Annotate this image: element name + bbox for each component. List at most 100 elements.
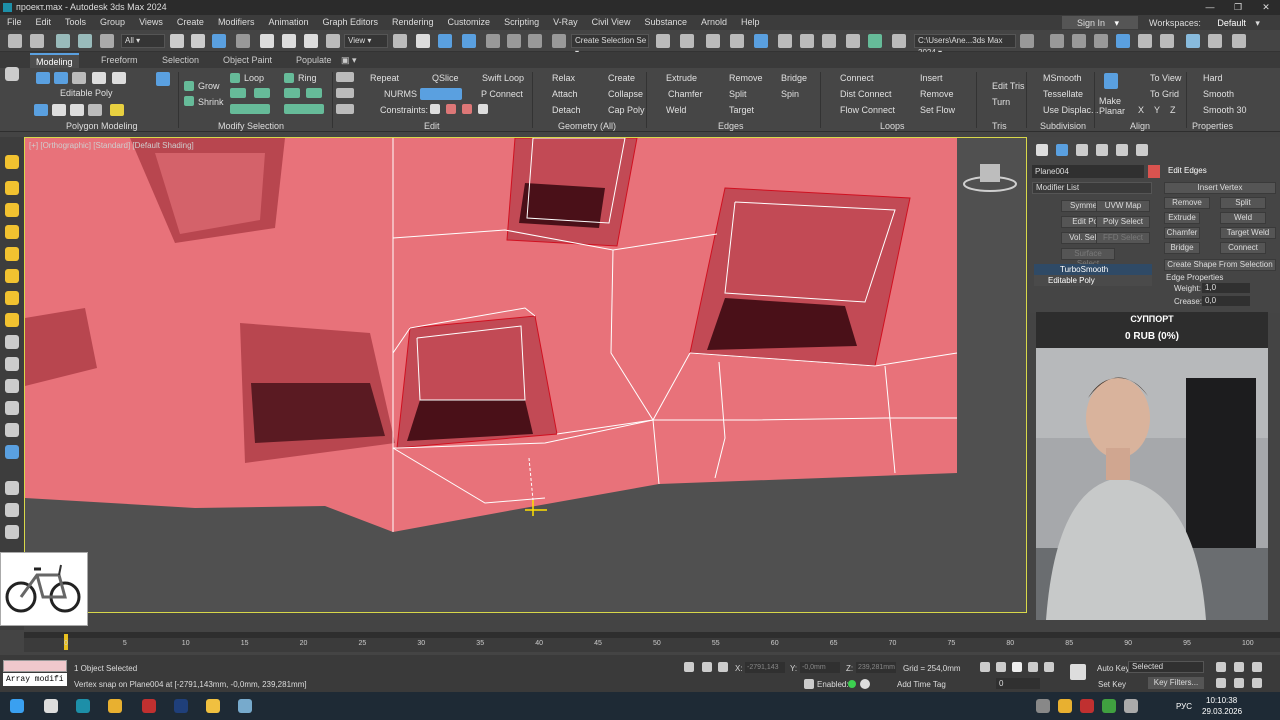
schematic-view-icon[interactable] [800, 34, 814, 48]
edge-bridge-button[interactable]: Bridge [1164, 242, 1200, 254]
tessellate-button[interactable]: Tessellate [1043, 89, 1083, 99]
spinner-snap-icon[interactable] [528, 34, 542, 48]
ribbon-footer-polygon-modeling[interactable]: Polygon Modeling [66, 121, 138, 131]
tab-selection[interactable]: Selection [156, 53, 205, 68]
motion-tab-icon[interactable] [1096, 144, 1108, 156]
media-player-icon[interactable] [142, 699, 156, 713]
clock-time[interactable]: 10:10:38 [1206, 696, 1237, 705]
ribbon-footer-edit[interactable]: Edit [424, 121, 440, 131]
loop-button[interactable]: Loop [244, 73, 264, 83]
constraint-edge-icon[interactable] [446, 104, 456, 114]
menu-item[interactable]: Edit [29, 15, 59, 30]
viewcube[interactable] [980, 164, 1000, 182]
bridge-button[interactable]: Bridge [781, 73, 807, 83]
qslice-button[interactable]: QSlice [432, 73, 459, 83]
go-to-end-icon[interactable] [1044, 662, 1054, 672]
menu-item[interactable]: Modifiers [211, 15, 262, 30]
particles-icon[interactable] [5, 401, 19, 415]
polygon-level-icon[interactable] [92, 72, 106, 84]
tab-populate[interactable]: Populate [290, 53, 338, 68]
ribbon-footer-modify-selection[interactable]: Modify Selection [218, 121, 284, 131]
display-icon[interactable] [5, 525, 19, 539]
cut-button[interactable] [420, 88, 462, 100]
use-displacement-button[interactable]: Use Displac... [1043, 105, 1099, 115]
select-by-name-icon[interactable] [191, 34, 205, 48]
ring-button[interactable]: Ring [298, 73, 317, 83]
ribbon-footer-align[interactable]: Align [1130, 121, 1150, 131]
time-tag-icon[interactable] [804, 679, 814, 689]
tray-expand-icon[interactable] [1036, 699, 1050, 713]
loop-shrink-icon[interactable] [254, 88, 270, 98]
constraint-normal-icon[interactable] [478, 104, 488, 114]
tray-network-icon[interactable] [1102, 699, 1116, 713]
object-name-field[interactable]: Plane004 [1032, 165, 1144, 178]
place-icon[interactable] [326, 34, 340, 48]
move-icon[interactable] [260, 34, 274, 48]
enabled-indicator-icon[interactable] [848, 680, 856, 688]
show-end-result-icon[interactable] [52, 104, 66, 116]
stack-item-editable-poly[interactable]: Editable Poly [1034, 275, 1152, 286]
zoom-extents-icon[interactable] [1252, 662, 1262, 672]
ribbon-footer-subdivision[interactable]: Subdivision [1040, 121, 1086, 131]
constraint-face-icon[interactable] [462, 104, 472, 114]
camera-icon[interactable] [5, 225, 19, 239]
light-icon[interactable] [5, 155, 19, 169]
select-icon[interactable] [5, 67, 19, 81]
timeline[interactable]: 0 5 10 15 20 25 30 35 40 45 50 55 60 65 70 75 80 85 90 95 10… [24, 632, 1280, 652]
vray-render-icon[interactable] [1072, 34, 1086, 48]
photoshop-icon[interactable] [174, 699, 188, 713]
repeat-button[interactable]: Repeat [370, 73, 399, 83]
edge-split-button[interactable]: Split [1220, 197, 1266, 209]
tray-volume-icon[interactable] [1124, 699, 1138, 713]
scene-explorer-icon[interactable] [706, 34, 720, 48]
windows-start-icon[interactable] [10, 699, 24, 713]
curve-editor-icon[interactable] [778, 34, 792, 48]
zoom-all-icon[interactable] [1234, 662, 1244, 672]
edge-connect-button[interactable]: Connect [1220, 242, 1266, 254]
maximize-button[interactable]: ❐ [1224, 0, 1252, 15]
shrink-button[interactable]: Shrink [198, 97, 224, 107]
systems-icon[interactable] [5, 269, 19, 283]
chrome-icon[interactable] [108, 699, 122, 713]
constraint-none-icon[interactable] [430, 104, 440, 114]
key-filters-button[interactable]: Key Filters... [1148, 677, 1204, 689]
create-button[interactable]: Create [608, 73, 635, 83]
y-coordinate-field[interactable]: -0,0mm [800, 662, 840, 673]
stack-item-turbosmooth[interactable]: TurboSmooth [1034, 264, 1152, 275]
chamfer-button[interactable]: Chamfer [668, 89, 703, 99]
hierarchy-tab-icon[interactable] [1076, 144, 1088, 156]
menu-item[interactable]: Scripting [497, 15, 546, 30]
menu-item[interactable]: Tools [58, 15, 93, 30]
cage-icon[interactable] [110, 104, 124, 116]
selection-filter-dropdown[interactable]: All ▾ [121, 34, 165, 48]
swift-loop-button[interactable]: Swift Loop [482, 73, 524, 83]
pivot-center-icon[interactable] [393, 34, 407, 48]
zoom-icon[interactable] [1216, 662, 1226, 672]
ring-shrink-icon[interactable] [306, 88, 322, 98]
minimize-button[interactable]: — [1196, 0, 1224, 15]
tab-modeling[interactable]: Modeling [30, 53, 79, 68]
spacewarp-icon[interactable] [5, 291, 19, 305]
poly-select-button[interactable]: Poly Select [1096, 216, 1150, 228]
tweak-icon[interactable] [336, 88, 354, 98]
make-planar-icon[interactable] [1104, 73, 1118, 89]
ffd-select-button[interactable]: FFD Select [1096, 232, 1150, 244]
ribbon-footer-edges[interactable]: Edges [718, 121, 744, 131]
edge-remove-button[interactable]: Remove [1164, 197, 1210, 209]
redo-icon[interactable] [30, 34, 44, 48]
maxscript-mini-listener[interactable]: Array modifi [3, 673, 67, 686]
surface-select-button[interactable]: Surface Select [1061, 248, 1115, 268]
play-icon[interactable] [1012, 662, 1022, 672]
uvw-map-button[interactable]: UVW Map [1096, 200, 1150, 212]
modify-mode-icon[interactable] [34, 104, 48, 116]
rendered-frame-icon[interactable] [868, 34, 882, 48]
align-y-button[interactable]: Y [1154, 105, 1160, 115]
grow-button[interactable]: Grow [198, 81, 220, 91]
keyboard-shortcut-override-icon[interactable] [438, 34, 452, 48]
close-button[interactable]: ✕ [1252, 0, 1280, 15]
ribbon-footer-loops[interactable]: Loops [880, 121, 905, 131]
weld-button[interactable]: Weld [666, 105, 686, 115]
display-tab-icon[interactable] [1116, 144, 1128, 156]
p-connect-button[interactable]: P Connect [481, 89, 523, 99]
render-sphere-icon[interactable] [5, 481, 19, 495]
